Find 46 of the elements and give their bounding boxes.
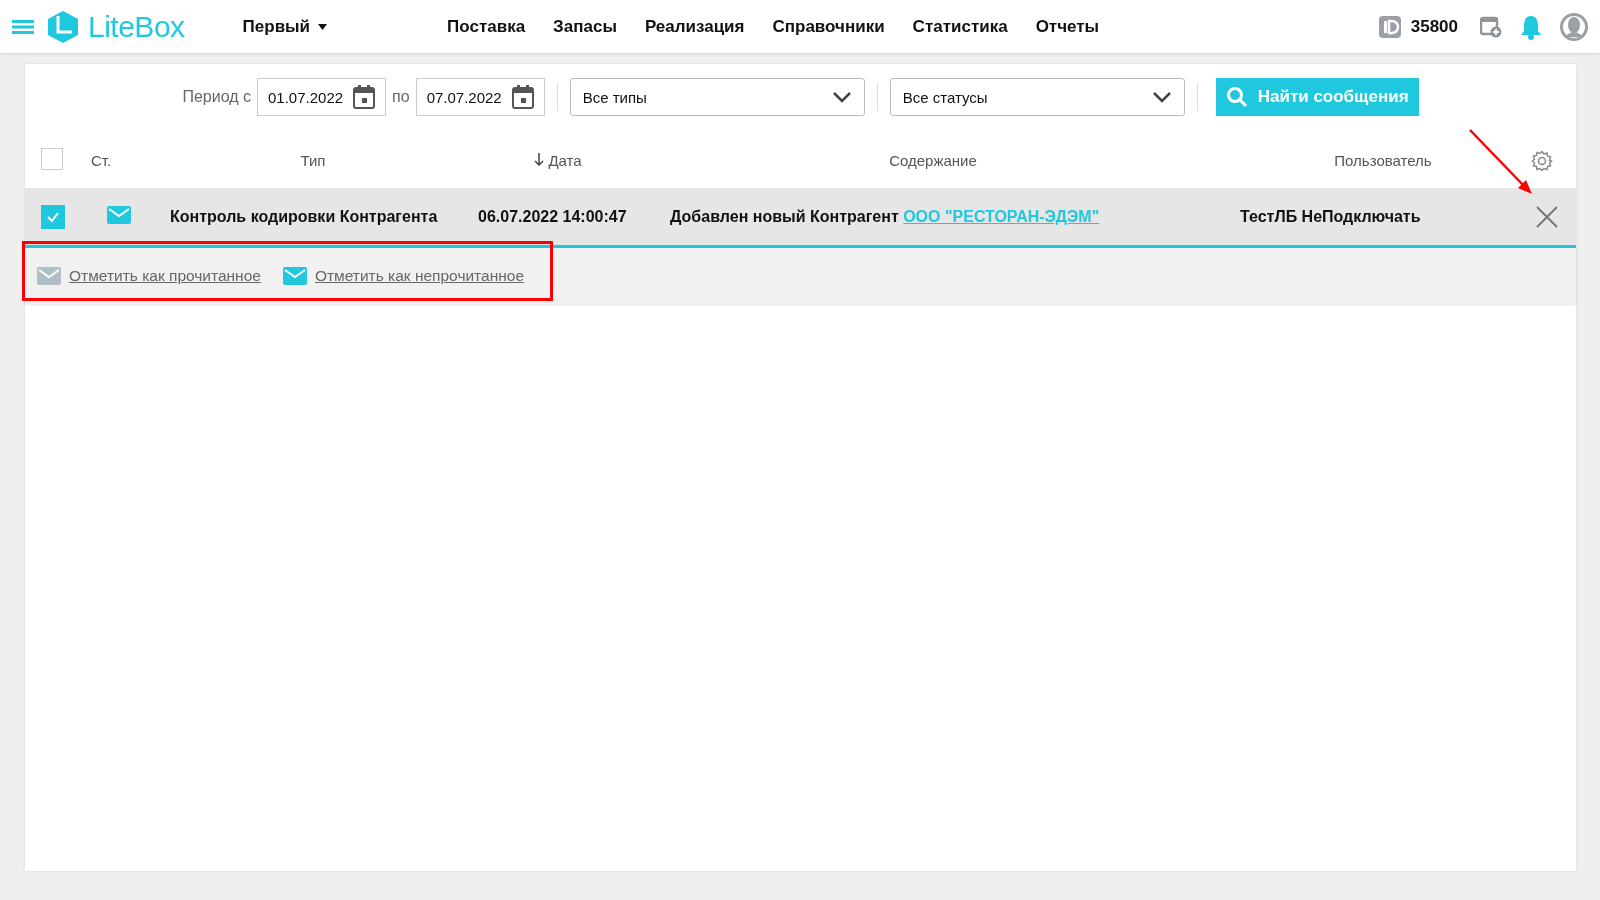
table-cell-text: Контроль кодировки Контрагента <box>169 207 439 226</box>
chevron-down-icon <box>1151 91 1172 103</box>
logo-text: LiteBox <box>88 9 185 44</box>
period-to-label: по <box>392 88 410 106</box>
column-header[interactable]: Содержание <box>653 152 1213 169</box>
close-icon[interactable] <box>1534 204 1559 229</box>
nav-link[interactable]: Отчеты <box>1035 16 1100 37</box>
nav-link[interactable]: Запасы <box>553 16 617 37</box>
date-to-field[interactable]: 07.07.2022 <box>415 78 545 116</box>
calendar-icon[interactable] <box>353 85 376 109</box>
checkbox[interactable] <box>41 148 63 170</box>
menu-icon[interactable] <box>12 19 34 34</box>
envelope-icon <box>37 267 61 285</box>
table-cell-text: 06.07.2022 14:00:47 <box>477 207 628 226</box>
column-header[interactable]: Тип <box>163 152 463 169</box>
status-dropdown[interactable]: Все статусы <box>889 78 1185 116</box>
organization-dropdown[interactable]: Первый <box>242 16 328 37</box>
checkbox[interactable] <box>41 204 65 229</box>
search-icon <box>1225 86 1248 108</box>
period-label: Период с <box>182 88 251 106</box>
nav-link[interactable]: Поставка <box>447 16 526 37</box>
type-dropdown[interactable]: Все типы <box>569 78 865 116</box>
annotation-arrow <box>1468 128 1534 196</box>
calendar-icon[interactable] <box>511 85 534 109</box>
column-header[interactable]: Дата <box>463 152 653 169</box>
chevron-down-icon <box>831 91 852 103</box>
nav-link[interactable]: Статистика <box>912 16 1008 37</box>
mark-read-link[interactable]: Отметить как прочитанное <box>37 267 261 285</box>
account-id: 35800 <box>1410 16 1458 37</box>
date-from-field[interactable]: 01.07.2022 <box>257 78 387 116</box>
id-icon <box>1378 15 1401 38</box>
envelope-icon <box>282 267 307 285</box>
nav-link[interactable]: Реализация <box>644 16 745 37</box>
bell-icon[interactable] <box>1520 13 1542 40</box>
column-header[interactable]: Ст. <box>91 152 163 169</box>
check-icon <box>46 210 60 223</box>
settings-icon[interactable] <box>1530 149 1553 172</box>
nav-link[interactable]: Справочники <box>772 16 885 37</box>
logo-icon <box>46 9 80 44</box>
user-avatar-icon[interactable] <box>1560 12 1588 41</box>
mark-unread-link[interactable]: Отметить как непрочитанное <box>282 267 525 285</box>
calendar-add-icon[interactable] <box>1480 15 1502 38</box>
caret-icon <box>318 23 328 30</box>
table-cell-text: ТестЛБ НеПодключать <box>1239 207 1422 226</box>
column-header[interactable]: Пользователь <box>1213 152 1493 169</box>
message-content: Добавлен новый Контрагент ООО "РЕСТОРАН-ЭДЭМ" <box>669 207 1101 226</box>
